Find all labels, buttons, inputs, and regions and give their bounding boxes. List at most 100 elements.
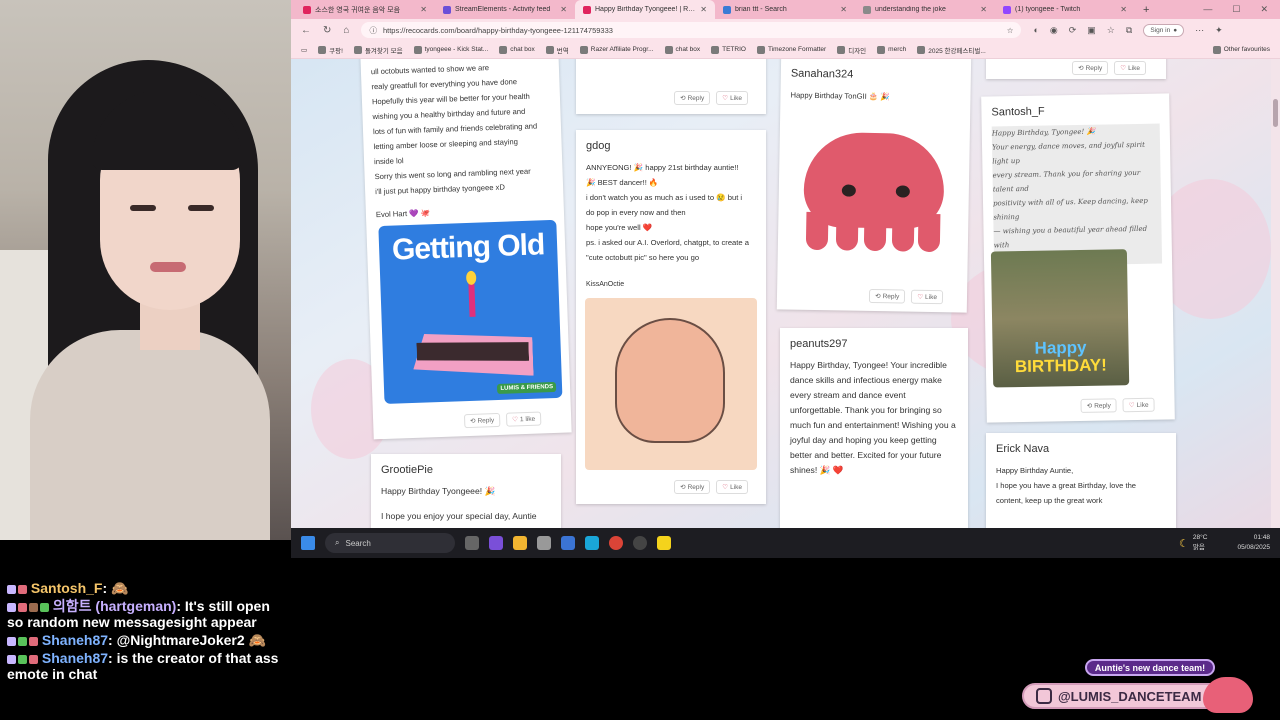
tab-label: 소스한 영국 귀여운 음악 모음: [315, 6, 401, 14]
recocards-board[interactable]: ull octobuts wanted to show we are realy…: [291, 59, 1280, 528]
like-button[interactable]: ♡ Like: [1122, 397, 1155, 413]
message-card: gdog ANNYEONG! 🎉 happy 21st birthday aun…: [576, 130, 766, 504]
bookmark-star-icon[interactable]: ☆: [1007, 26, 1014, 35]
lumis-brand-badge: LUMIS & FRIENDS: [497, 381, 557, 394]
bookmark-item[interactable]: tyongeee - Kick Stat...: [413, 45, 488, 54]
scrollbar-thumb[interactable]: [1273, 99, 1278, 127]
split-screen-icon[interactable]: ▣: [1087, 25, 1096, 36]
sign-in-button[interactable]: Sign in ●: [1143, 23, 1185, 37]
obs-icon[interactable]: [633, 536, 647, 550]
reply-button[interactable]: ⟲ Reply: [1080, 398, 1117, 413]
page-scrollbar[interactable]: [1271, 59, 1280, 528]
reply-button[interactable]: ⟲ Reply: [674, 91, 711, 105]
like-button[interactable]: ♡ Like: [911, 289, 944, 305]
card-actions: ⟲ Reply ♡ Like: [1080, 397, 1155, 413]
reload-icon[interactable]: ↻: [323, 25, 331, 36]
home-icon[interactable]: ⌂: [343, 25, 349, 36]
extension-icon[interactable]: ⟳: [1069, 25, 1077, 36]
like-button[interactable]: ♡ Like: [716, 91, 748, 105]
task-view-icon[interactable]: [465, 536, 479, 550]
bookmark-item[interactable]: Timezone Formatter: [756, 45, 826, 54]
reply-button[interactable]: ⟲ Reply: [463, 412, 501, 429]
collections-icon[interactable]: ⧉: [1126, 25, 1132, 36]
extension-icon[interactable]: ◉: [1050, 25, 1058, 36]
close-tab-icon[interactable]: ✕: [980, 5, 987, 14]
reply-button[interactable]: ⟲ Reply: [869, 288, 906, 304]
like-label: Like: [730, 94, 742, 102]
kick-icon: [413, 45, 422, 54]
bookmark-item[interactable]: chat box: [499, 45, 535, 54]
close-tab-icon[interactable]: ✕: [560, 5, 567, 14]
new-tab-icon[interactable]: +: [1135, 4, 1157, 16]
chrome-icon[interactable]: [609, 536, 623, 550]
close-tab-icon[interactable]: ✕: [420, 5, 427, 14]
like-label: Like: [925, 293, 938, 301]
close-tab-icon[interactable]: ✕: [1120, 5, 1127, 14]
close-window-icon[interactable]: ✕: [1260, 4, 1268, 15]
bookmark-item[interactable]: 2025 한강페스티벌...: [917, 45, 986, 55]
weather-widget[interactable]: ☾ 28°C 맑음: [1179, 533, 1207, 553]
bookmark-label: 2025 한강페스티벌...: [928, 47, 986, 55]
tetrio-icon: [711, 45, 720, 54]
tab-0[interactable]: 소스한 영국 귀여운 음악 모음 ✕: [295, 0, 435, 19]
system-tray: ☾ 28°C 맑음 01:48 05/08/2025: [1179, 533, 1280, 553]
tab-1[interactable]: StreamElements - Activity feed ✕: [435, 0, 575, 19]
discord-icon[interactable]: [489, 536, 503, 550]
tab-label: (1) tyongeee - Twitch: [1015, 6, 1081, 13]
extension-icon[interactable]: ◐: [1033, 25, 1038, 35]
tab-4[interactable]: understanding the joke ✕: [855, 0, 995, 19]
bookmark-item[interactable]: chat box: [664, 45, 700, 54]
minimize-icon[interactable]: —: [1203, 4, 1212, 15]
favorites-icon[interactable]: ☆: [1107, 25, 1115, 36]
close-tab-icon[interactable]: ✕: [840, 5, 847, 14]
tab-2-active[interactable]: Happy Birthday Tyongeee! | Reco ✕: [575, 0, 715, 19]
kakaotalk-icon[interactable]: [657, 536, 671, 550]
back-icon[interactable]: ←: [301, 25, 311, 36]
bookmark-item[interactable]: 디자인: [837, 45, 866, 55]
bookmark-item[interactable]: 번역: [545, 45, 569, 55]
maximize-icon[interactable]: ☐: [1232, 4, 1240, 15]
more-menu-icon[interactable]: ⋯: [1195, 25, 1204, 36]
address-bar[interactable]: ⓘ https://recocards.com/board/happy-birt…: [361, 22, 1022, 38]
instagram-icon: [1036, 688, 1052, 704]
tab-3[interactable]: brian ttt - Search ✕: [715, 0, 855, 19]
like-button[interactable]: ♡ Like: [1114, 61, 1146, 75]
reply-button[interactable]: ⟲ Reply: [674, 480, 711, 494]
close-tab-icon[interactable]: ✕: [700, 5, 707, 14]
recocards-icon: [583, 5, 591, 14]
site-info-icon[interactable]: ⓘ: [369, 25, 377, 36]
copilot-icon[interactable]: ✦: [1215, 25, 1223, 36]
like-button[interactable]: ♡ Like: [716, 480, 748, 494]
edge-icon[interactable]: [585, 536, 599, 550]
translate-icon: [545, 45, 554, 54]
chat-separator: :: [102, 580, 108, 596]
bookmark-item[interactable]: 돌겨찾기 모음: [353, 45, 403, 55]
clock-time: 01:48: [1253, 534, 1270, 541]
bookmark-item[interactable]: Razer Affiliate Progr...: [579, 45, 654, 54]
image-title: Getting Old: [391, 228, 545, 267]
card-signature: KissAnOctie: [586, 281, 625, 288]
reply-icon: ⟲: [1078, 65, 1084, 72]
bookmark-item[interactable]: merch: [877, 45, 906, 54]
reply-button[interactable]: ⟲ Reply: [1072, 61, 1109, 75]
file-explorer-icon[interactable]: [513, 536, 527, 550]
card-actions: ⟲ Reply ♡ Like: [674, 480, 748, 494]
like-button[interactable]: ♡ 1 like: [505, 411, 542, 427]
bookmark-item[interactable]: TETRIO: [711, 45, 746, 54]
reply-icon: ⟲: [680, 484, 686, 491]
reading-list-icon[interactable]: ▭: [301, 46, 307, 54]
card-text-line: 🎉 BEST dancer!! 🔥: [586, 178, 659, 187]
app-icon[interactable]: [561, 536, 575, 550]
tab-label: StreamElements - Activity feed: [455, 6, 551, 13]
bookmark-item[interactable]: 쿠팡!: [318, 45, 343, 55]
app-icon[interactable]: [537, 536, 551, 550]
like-label: Like: [730, 483, 742, 491]
tab-label: Happy Birthday Tyongeee! | Reco: [595, 6, 697, 13]
other-favourites[interactable]: Other favourites: [1212, 45, 1270, 54]
taskbar-clock[interactable]: 01:48 05/08/2025: [1237, 533, 1270, 553]
like-label: Like: [1128, 64, 1140, 72]
windows-start-icon[interactable]: [301, 536, 315, 550]
chat-separator: :: [108, 650, 113, 666]
tab-5[interactable]: (1) tyongeee - Twitch ✕: [995, 0, 1135, 19]
taskbar-search[interactable]: ⌕ Search: [325, 533, 455, 553]
